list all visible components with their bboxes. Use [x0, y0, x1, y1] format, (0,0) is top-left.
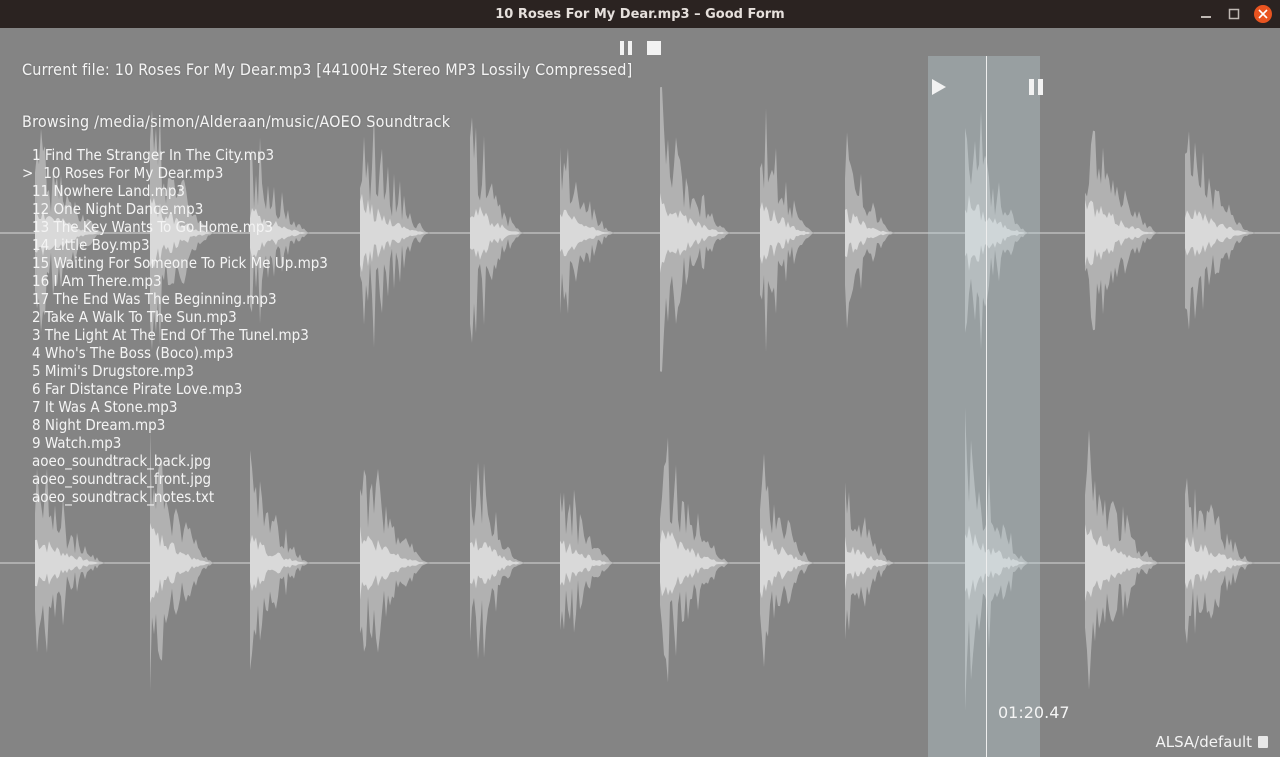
file-list-item[interactable]: 9 Watch.mp3	[22, 434, 328, 452]
loop-end-pause-icon[interactable]	[1028, 78, 1044, 100]
file-list-item[interactable]: aoeo_soundtrack_notes.txt	[22, 488, 328, 506]
file-list-item[interactable]: 7 It Was A Stone.mp3	[22, 398, 328, 416]
window-controls	[1198, 0, 1272, 28]
close-button[interactable]	[1254, 5, 1272, 23]
file-list-item-label: aoeo_soundtrack_back.jpg	[32, 452, 211, 470]
file-list-item-label: 2 Take A Walk To The Sun.mp3	[32, 308, 237, 326]
file-list-item[interactable]: 2 Take A Walk To The Sun.mp3	[22, 308, 328, 326]
file-list-item-label: 13 The Key Wants To Go Home.mp3	[32, 218, 273, 236]
file-list-item[interactable]: 5 Mimi's Drugstore.mp3	[22, 362, 328, 380]
timecode: 01:20.47	[998, 703, 1070, 722]
file-list-item-label: 16 I Am There.mp3	[32, 272, 162, 290]
selected-marker-icon: >	[22, 164, 33, 182]
file-list-item[interactable]: 1 Find The Stranger In The City.mp3	[22, 146, 328, 164]
file-list-item[interactable]: 14 Little Boy.mp3	[22, 236, 328, 254]
file-list-item[interactable]: 13 The Key Wants To Go Home.mp3	[22, 218, 328, 236]
file-list-item-label: 14 Little Boy.mp3	[32, 236, 150, 254]
file-list-item[interactable]: 12 One Night Dance.mp3	[22, 200, 328, 218]
file-list-item[interactable]: aoeo_soundtrack_front.jpg	[22, 470, 328, 488]
file-list-item-label: 9 Watch.mp3	[32, 434, 121, 452]
file-list-item[interactable]: 3 The Light At The End Of The Tunel.mp3	[22, 326, 328, 344]
file-list-item[interactable]: 8 Night Dream.mp3	[22, 416, 328, 434]
file-list: 1 Find The Stranger In The City.mp3>10 R…	[22, 146, 328, 506]
file-list-item[interactable]: 11 Nowhere Land.mp3	[22, 182, 328, 200]
file-list-item-label: 15 Waiting For Someone To Pick Me Up.mp3	[32, 254, 328, 272]
file-list-item-label: 4 Who's The Boss (Boco).mp3	[32, 344, 234, 362]
waveform-stage[interactable]: Current file: 10 Roses For My Dear.mp3 […	[0, 28, 1280, 757]
playhead[interactable]	[986, 56, 987, 757]
audio-status-label: ALSA/default	[1155, 733, 1252, 751]
transport-mini	[618, 40, 662, 56]
loop-start-play-icon[interactable]	[930, 78, 948, 100]
file-list-item[interactable]: 16 I Am There.mp3	[22, 272, 328, 290]
current-file-line: Current file: 10 Roses For My Dear.mp3 […	[22, 60, 632, 79]
browsing-path: Browsing /media/simon/Alderaan/music/AOE…	[22, 112, 450, 131]
file-list-item-label: 11 Nowhere Land.mp3	[32, 182, 185, 200]
file-list-item-label: 1 Find The Stranger In The City.mp3	[32, 146, 274, 164]
window-titlebar: 10 Roses For My Dear.mp3 – Good Form	[0, 0, 1280, 28]
audio-status: ALSA/default	[1155, 733, 1268, 751]
file-list-item[interactable]: 15 Waiting For Someone To Pick Me Up.mp3	[22, 254, 328, 272]
minimize-button[interactable]	[1198, 6, 1214, 22]
window-title: 10 Roses For My Dear.mp3 – Good Form	[495, 7, 784, 22]
file-list-item-label: 10 Roses For My Dear.mp3	[39, 164, 223, 182]
file-list-item[interactable]: >10 Roses For My Dear.mp3	[22, 164, 328, 182]
pause-icon[interactable]	[618, 40, 634, 56]
file-list-item-label: 6 Far Distance Pirate Love.mp3	[32, 380, 242, 398]
file-list-item[interactable]: aoeo_soundtrack_back.jpg	[22, 452, 328, 470]
maximize-button[interactable]	[1226, 6, 1242, 22]
file-list-item[interactable]: 6 Far Distance Pirate Love.mp3	[22, 380, 328, 398]
file-list-item[interactable]: 4 Who's The Boss (Boco).mp3	[22, 344, 328, 362]
audio-status-chip-icon	[1258, 736, 1268, 748]
file-list-item[interactable]: 17 The End Was The Beginning.mp3	[22, 290, 328, 308]
file-list-item-label: 5 Mimi's Drugstore.mp3	[32, 362, 194, 380]
loop-highlight[interactable]	[928, 56, 1040, 757]
file-list-item-label: 12 One Night Dance.mp3	[32, 200, 203, 218]
file-list-item-label: 3 The Light At The End Of The Tunel.mp3	[32, 326, 309, 344]
file-list-item-label: 7 It Was A Stone.mp3	[32, 398, 177, 416]
file-list-item-label: 17 The End Was The Beginning.mp3	[32, 290, 277, 308]
file-list-item-label: 8 Night Dream.mp3	[32, 416, 165, 434]
stop-icon[interactable]	[646, 40, 662, 56]
file-list-item-label: aoeo_soundtrack_front.jpg	[32, 470, 211, 488]
file-list-item-label: aoeo_soundtrack_notes.txt	[32, 488, 214, 506]
